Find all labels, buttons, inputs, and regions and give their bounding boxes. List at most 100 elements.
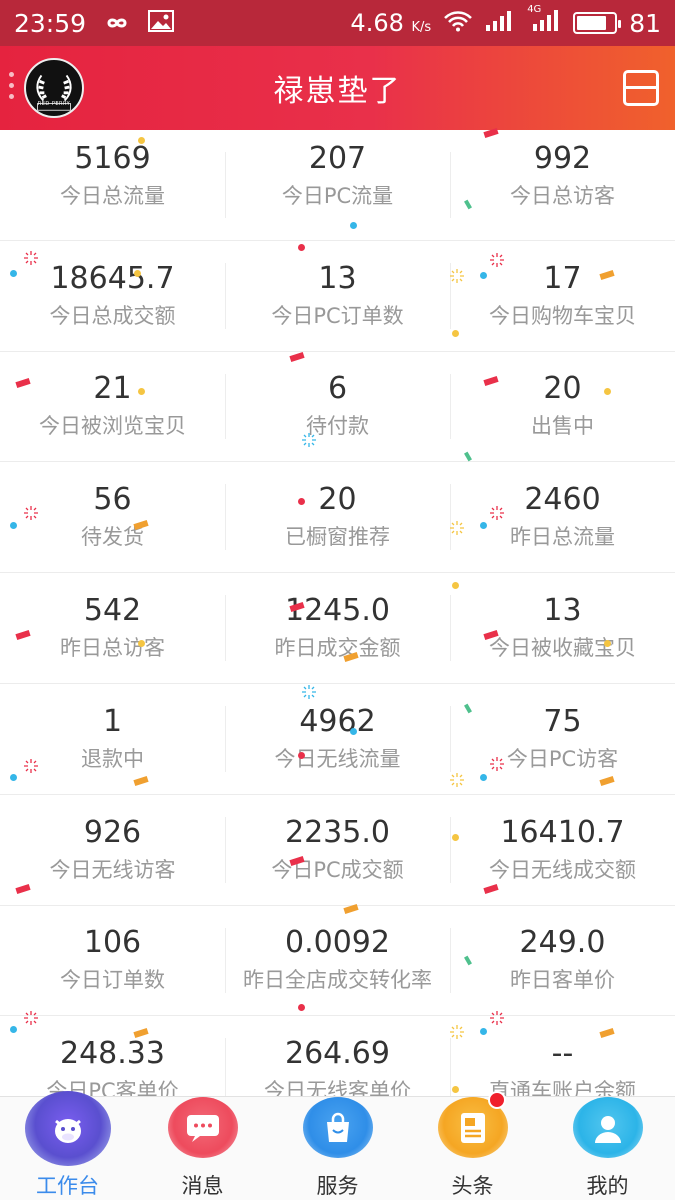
- stat-label: 今日总流量: [60, 184, 165, 208]
- stats-row: 1 退款中 4962 今日无线流量 75 今日PC访客: [0, 684, 675, 795]
- stat-value: 992: [533, 141, 592, 176]
- stat-cell[interactable]: 56 待发货: [0, 462, 225, 572]
- stat-label: 今日订单数: [60, 968, 165, 993]
- stat-label: 今日无线流量: [274, 746, 401, 771]
- stat-cell[interactable]: 16410.7 今日无线成交额: [450, 795, 675, 905]
- stat-cell[interactable]: 5169 今日总流量: [0, 130, 225, 240]
- stat-cell[interactable]: 20 已橱窗推荐: [225, 462, 450, 572]
- tab-messages[interactable]: 消息: [135, 1097, 270, 1200]
- stat-cell[interactable]: 106 今日订单数: [0, 906, 225, 1016]
- stat-cell[interactable]: 13 今日PC订单数: [225, 241, 450, 351]
- stat-value: 249.0: [519, 925, 606, 961]
- stat-value: 106: [83, 925, 142, 961]
- user-icon: [572, 1097, 643, 1158]
- stat-cell[interactable]: 0.0092 昨日全店成交转化率: [225, 906, 450, 1016]
- tab-label: 工作台: [36, 1174, 99, 1198]
- stat-value: --: [551, 1036, 574, 1072]
- signal-4g-icon: 4G: [527, 4, 561, 38]
- stat-cell[interactable]: 992 今日总访客: [450, 130, 675, 240]
- stat-cell[interactable]: 248.33 今日PC客单价: [0, 1016, 225, 1096]
- tab-workbench[interactable]: 工作台: [0, 1091, 135, 1200]
- stat-value: 56: [93, 482, 132, 518]
- stat-value: 264.69: [285, 1036, 390, 1072]
- stat-cell[interactable]: 17 今日购物车宝贝: [450, 241, 675, 351]
- stat-label: 昨日客单价: [510, 968, 615, 993]
- signal-icon: [485, 9, 515, 38]
- stat-value: 1: [102, 703, 123, 739]
- tab-label: 消息: [181, 1174, 224, 1198]
- stat-value: 20: [543, 371, 582, 407]
- tab-headlines[interactable]: 头条: [405, 1091, 540, 1200]
- tab-me[interactable]: 我的: [540, 1097, 675, 1200]
- stat-label: 退款中: [81, 746, 144, 771]
- tab-services[interactable]: 服务: [270, 1097, 405, 1200]
- cow-icon: [24, 1091, 111, 1166]
- stat-cell[interactable]: 20 出售中: [450, 352, 675, 462]
- stat-label: 已橱窗推荐: [285, 525, 390, 550]
- logo-text: RED PERRY: [37, 101, 71, 107]
- stat-label: 出售中: [531, 414, 594, 439]
- stat-label: 昨日总流量: [510, 525, 615, 550]
- stat-label: 今日购物车宝贝: [489, 303, 636, 328]
- stat-label: 今日PC流量: [281, 184, 394, 208]
- stat-value: 13: [318, 260, 357, 296]
- drag-handle-icon[interactable]: [9, 72, 14, 99]
- stats-row: 18645.7 今日总成交额 13 今日PC订单数 17 今日购物车宝贝: [0, 241, 675, 352]
- shopping-bag-icon: [302, 1097, 373, 1158]
- stat-cell[interactable]: 926 今日无线访客: [0, 795, 225, 905]
- stat-cell[interactable]: 4962 今日无线流量: [225, 684, 450, 794]
- stats-row: 106 今日订单数 0.0092 昨日全店成交转化率 249.0 昨日客单价: [0, 906, 675, 1017]
- stat-label: 今日被浏览宝贝: [39, 414, 186, 439]
- stats-row: 248.33 今日PC客单价 264.69 今日无线客单价 -- 直通车账户余额: [0, 1016, 675, 1096]
- stat-cell[interactable]: 18645.7 今日总成交额: [0, 241, 225, 351]
- stat-label: 直通车账户余额: [489, 1079, 636, 1096]
- stat-cell[interactable]: 13 今日被收藏宝贝: [450, 573, 675, 683]
- stat-cell[interactable]: 542 昨日总访客: [0, 573, 225, 683]
- stat-cell[interactable]: 1245.0 昨日成交金额: [225, 573, 450, 683]
- scan-menu-icon[interactable]: [623, 70, 659, 106]
- stat-value: 16410.7: [500, 814, 625, 850]
- stat-value: 2460: [524, 482, 601, 518]
- stat-value: 20: [318, 482, 357, 518]
- stat-value: 4962: [299, 703, 376, 739]
- tab-label: 服务: [316, 1174, 359, 1198]
- stat-value: 13: [543, 593, 582, 629]
- stat-value: 18645.7: [50, 260, 175, 296]
- tab-label: 我的: [586, 1174, 629, 1198]
- tab-label: 头条: [451, 1174, 494, 1198]
- message-icon: [167, 1097, 238, 1158]
- stat-cell[interactable]: 264.69 今日无线客单价: [225, 1016, 450, 1096]
- stat-cell[interactable]: 207 今日PC流量: [225, 130, 450, 240]
- stat-label: 今日总成交额: [49, 303, 176, 328]
- infinity-icon: [100, 9, 134, 38]
- stat-label: 今日被收藏宝贝: [489, 636, 636, 661]
- stat-cell[interactable]: 75 今日PC访客: [450, 684, 675, 794]
- stat-value: 5169: [74, 141, 151, 176]
- stat-value: 1245.0: [285, 593, 390, 629]
- stats-row: 926 今日无线访客 2235.0 今日PC成交额 16410.7 今日无线成交额: [0, 795, 675, 906]
- stats-row: 56 待发货 20 已橱窗推荐 2460 昨日总流量: [0, 462, 675, 574]
- stat-value: 542: [83, 593, 142, 629]
- wifi-icon: [443, 9, 473, 38]
- shop-logo[interactable]: RED PERRY: [24, 58, 84, 118]
- stat-label: 今日无线访客: [49, 857, 176, 882]
- stat-cell[interactable]: 1 退款中: [0, 684, 225, 794]
- stat-cell[interactable]: -- 直通车账户余额: [450, 1016, 675, 1096]
- app-header: RED PERRY 禄崽垫了: [0, 46, 675, 130]
- stat-cell[interactable]: 2235.0 今日PC成交额: [225, 795, 450, 905]
- laurel-logo-icon: [26, 60, 82, 116]
- stat-cell[interactable]: 6 待付款: [225, 352, 450, 462]
- battery-icon: [573, 12, 622, 34]
- stat-cell[interactable]: 21 今日被浏览宝贝: [0, 352, 225, 462]
- stats-row: 5169 今日总流量 207 今日PC流量 992 今日总访客: [0, 130, 675, 241]
- stat-label: 今日PC订单数: [271, 303, 404, 328]
- status-bar: 23:59 4.68 K/s 4G 81: [0, 0, 675, 46]
- stat-cell[interactable]: 249.0 昨日客单价: [450, 906, 675, 1016]
- stat-value: 207: [308, 141, 367, 176]
- stat-cell[interactable]: 2460 昨日总流量: [450, 462, 675, 572]
- stat-value: 6: [327, 371, 348, 407]
- stat-label: 昨日总访客: [60, 636, 165, 661]
- stat-label: 昨日成交金额: [274, 636, 401, 661]
- image-icon: [148, 9, 175, 38]
- stat-label: 待发货: [81, 525, 144, 550]
